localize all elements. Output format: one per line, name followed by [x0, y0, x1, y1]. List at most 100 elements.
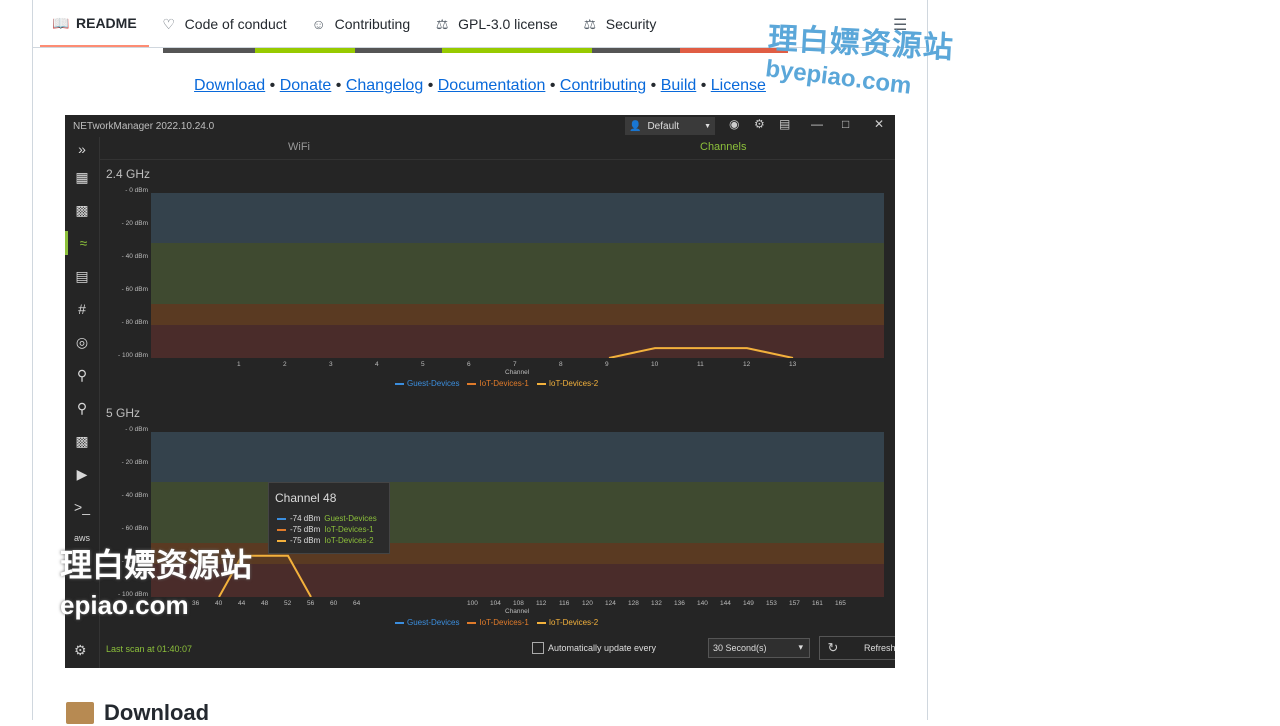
- hash-icon[interactable]: #: [65, 297, 99, 321]
- tooltip-value: -74 dBm: [290, 514, 321, 523]
- chevron-down-icon: ▼: [704, 122, 711, 130]
- y-tick-label: - 40 dBm: [121, 253, 148, 260]
- x-tick-label: 108: [513, 600, 524, 607]
- github-icon[interactable]: ◉: [729, 117, 739, 131]
- x-tick-label: 6: [467, 361, 471, 368]
- app-titlebar: NETworkManager 2022.10.24.0 👤 Default ▼ …: [65, 115, 895, 137]
- tooltip-series: IoT-Devices-1: [324, 525, 374, 534]
- app-sidebar: » ▦ ▩ ≈ ▤ # ◎ ⚲ ⚲ ▩ ▶ >_ aws: [65, 137, 100, 668]
- tab-label: GPL-3.0 license: [458, 16, 558, 32]
- link-donate[interactable]: Donate: [280, 77, 332, 94]
- app-tabs: WiFi Channels: [100, 137, 895, 160]
- x-tick-label: 2: [283, 361, 287, 368]
- x-tick-label: 128: [628, 600, 639, 607]
- tab-security[interactable]: ⚖ Security: [570, 1, 669, 47]
- x-tick-label: 104: [490, 600, 501, 607]
- book-icon: 📖: [52, 14, 70, 31]
- monitor-icon[interactable]: ▩: [65, 198, 99, 222]
- last-scan-status: Last scan at 01:40:07: [106, 644, 193, 654]
- maximize-icon[interactable]: □: [842, 117, 849, 131]
- app-statusbar: Last scan at 01:40:07 Automatically upda…: [100, 631, 895, 668]
- law-icon: ⚖: [435, 15, 449, 32]
- tooltip-series: Guest-Devices: [324, 514, 377, 523]
- x-tick-label: 56: [307, 600, 315, 607]
- search-globe-icon[interactable]: ⚲: [65, 396, 99, 420]
- band-title-24: 2.4 GHz: [106, 167, 151, 181]
- dashboard-icon[interactable]: ▦: [65, 165, 99, 189]
- legend-item: Guest-Devices: [395, 618, 459, 627]
- tooltip-row: -75 dBm IoT-Devices-2: [277, 536, 374, 545]
- x-tick-label: 11: [697, 361, 704, 368]
- y-tick-label: - 100 dBm: [118, 352, 148, 359]
- x-tick-label: 44: [238, 600, 246, 607]
- auto-update-checkbox[interactable]: [532, 642, 544, 654]
- fingerprint-icon[interactable]: ◎: [65, 330, 99, 354]
- remote-desktop-icon[interactable]: ▩: [65, 429, 99, 453]
- legend-label: IoT-Devices-2: [548, 379, 599, 388]
- law-icon: ⚖: [583, 15, 597, 32]
- refresh-button[interactable]: ↻ Refresh: [819, 636, 895, 660]
- profile-dropdown[interactable]: 👤 Default ▼: [625, 117, 715, 135]
- close-icon[interactable]: ✕: [874, 117, 884, 131]
- x-tick-label: 13: [789, 361, 797, 368]
- legend-24: Guest-Devices IoT-Devices-1 IoT-Devices-…: [395, 379, 598, 388]
- x-tick-label: 52: [284, 600, 292, 607]
- x-tick-label: 112: [536, 600, 547, 607]
- bug-icon[interactable]: ⚙: [754, 117, 765, 131]
- section-title: Download: [104, 700, 210, 725]
- settings-icon[interactable]: ⚙: [74, 642, 87, 659]
- profile-name: Default: [647, 120, 680, 132]
- x-axis-title-5: Channel: [505, 608, 530, 615]
- y-tick-label: - 20 dBm: [121, 220, 148, 227]
- tooltip-title: Channel 48: [275, 491, 337, 505]
- x-tick-label: 161: [812, 600, 823, 607]
- x-tick-label: 48: [261, 600, 269, 607]
- book-icon[interactable]: ▤: [779, 117, 790, 131]
- wifi-icon[interactable]: ≈: [65, 231, 99, 255]
- series-line: [608, 347, 794, 358]
- y-tick-label: - 40 dBm: [121, 492, 148, 499]
- tab-code-of-conduct[interactable]: ♡ Code of conduct: [149, 1, 299, 47]
- link-separator: •: [650, 77, 657, 94]
- tooltip-value: -75 dBm: [290, 536, 321, 545]
- link-contributing[interactable]: Contributing: [560, 77, 646, 94]
- chart-tooltip: Channel 48 -74 dBm Guest-Devices -75 dBm I…: [268, 482, 390, 554]
- legend-item: Guest-Devices: [395, 379, 459, 388]
- y-tick-label: - 80 dBm: [121, 319, 148, 326]
- link-documentation[interactable]: Documentation: [438, 77, 546, 94]
- tab-license[interactable]: ⚖ GPL-3.0 license: [422, 1, 570, 47]
- download-section-heading: Download: [66, 700, 209, 726]
- expand-icon[interactable]: »: [65, 137, 99, 161]
- auto-update: Automatically update every: [532, 642, 656, 654]
- terminal-icon[interactable]: >_: [65, 495, 99, 519]
- x-tick-label: 136: [674, 600, 685, 607]
- link-build[interactable]: Build: [661, 77, 697, 94]
- link-changelog[interactable]: Changelog: [346, 77, 423, 94]
- network-icon[interactable]: ▤: [65, 264, 99, 288]
- y-tick-label: - 20 dBm: [121, 459, 148, 466]
- x-tick-label: 7: [513, 361, 517, 368]
- tab-label: Contributing: [334, 16, 411, 32]
- minimize-icon[interactable]: —: [811, 117, 823, 131]
- y-tick-label: - 0 dBm: [125, 426, 148, 433]
- interval-select[interactable]: 30 Second(s) ▾: [708, 638, 810, 658]
- x-tick-label: 64: [353, 600, 361, 607]
- legend-label: IoT-Devices-1: [479, 379, 529, 388]
- people-icon: ☺: [311, 16, 326, 32]
- link-license[interactable]: License: [711, 77, 766, 94]
- legend-item: IoT-Devices-2: [536, 379, 599, 388]
- legend-item: IoT-Devices-2: [536, 618, 598, 627]
- tab-contributing[interactable]: ☺ Contributing: [299, 1, 423, 47]
- legend-item: IoT-Devices-1: [467, 379, 529, 388]
- chart-24ghz: [151, 193, 884, 358]
- share-icon[interactable]: ⚲: [65, 363, 99, 387]
- interval-value: 30 Second(s): [713, 643, 767, 653]
- tab-channels[interactable]: Channels: [700, 141, 746, 153]
- tab-label: README: [76, 15, 137, 31]
- watermark-text: 理白嫖资源站: [60, 547, 253, 583]
- link-download[interactable]: Download: [194, 77, 265, 94]
- powershell-icon[interactable]: ▶: [65, 462, 99, 486]
- tab-wifi[interactable]: WiFi: [288, 141, 310, 153]
- legend-5: Guest-Devices IoT-Devices-1 IoT-Devices-…: [395, 618, 598, 627]
- tab-readme[interactable]: 📖 README: [40, 1, 149, 47]
